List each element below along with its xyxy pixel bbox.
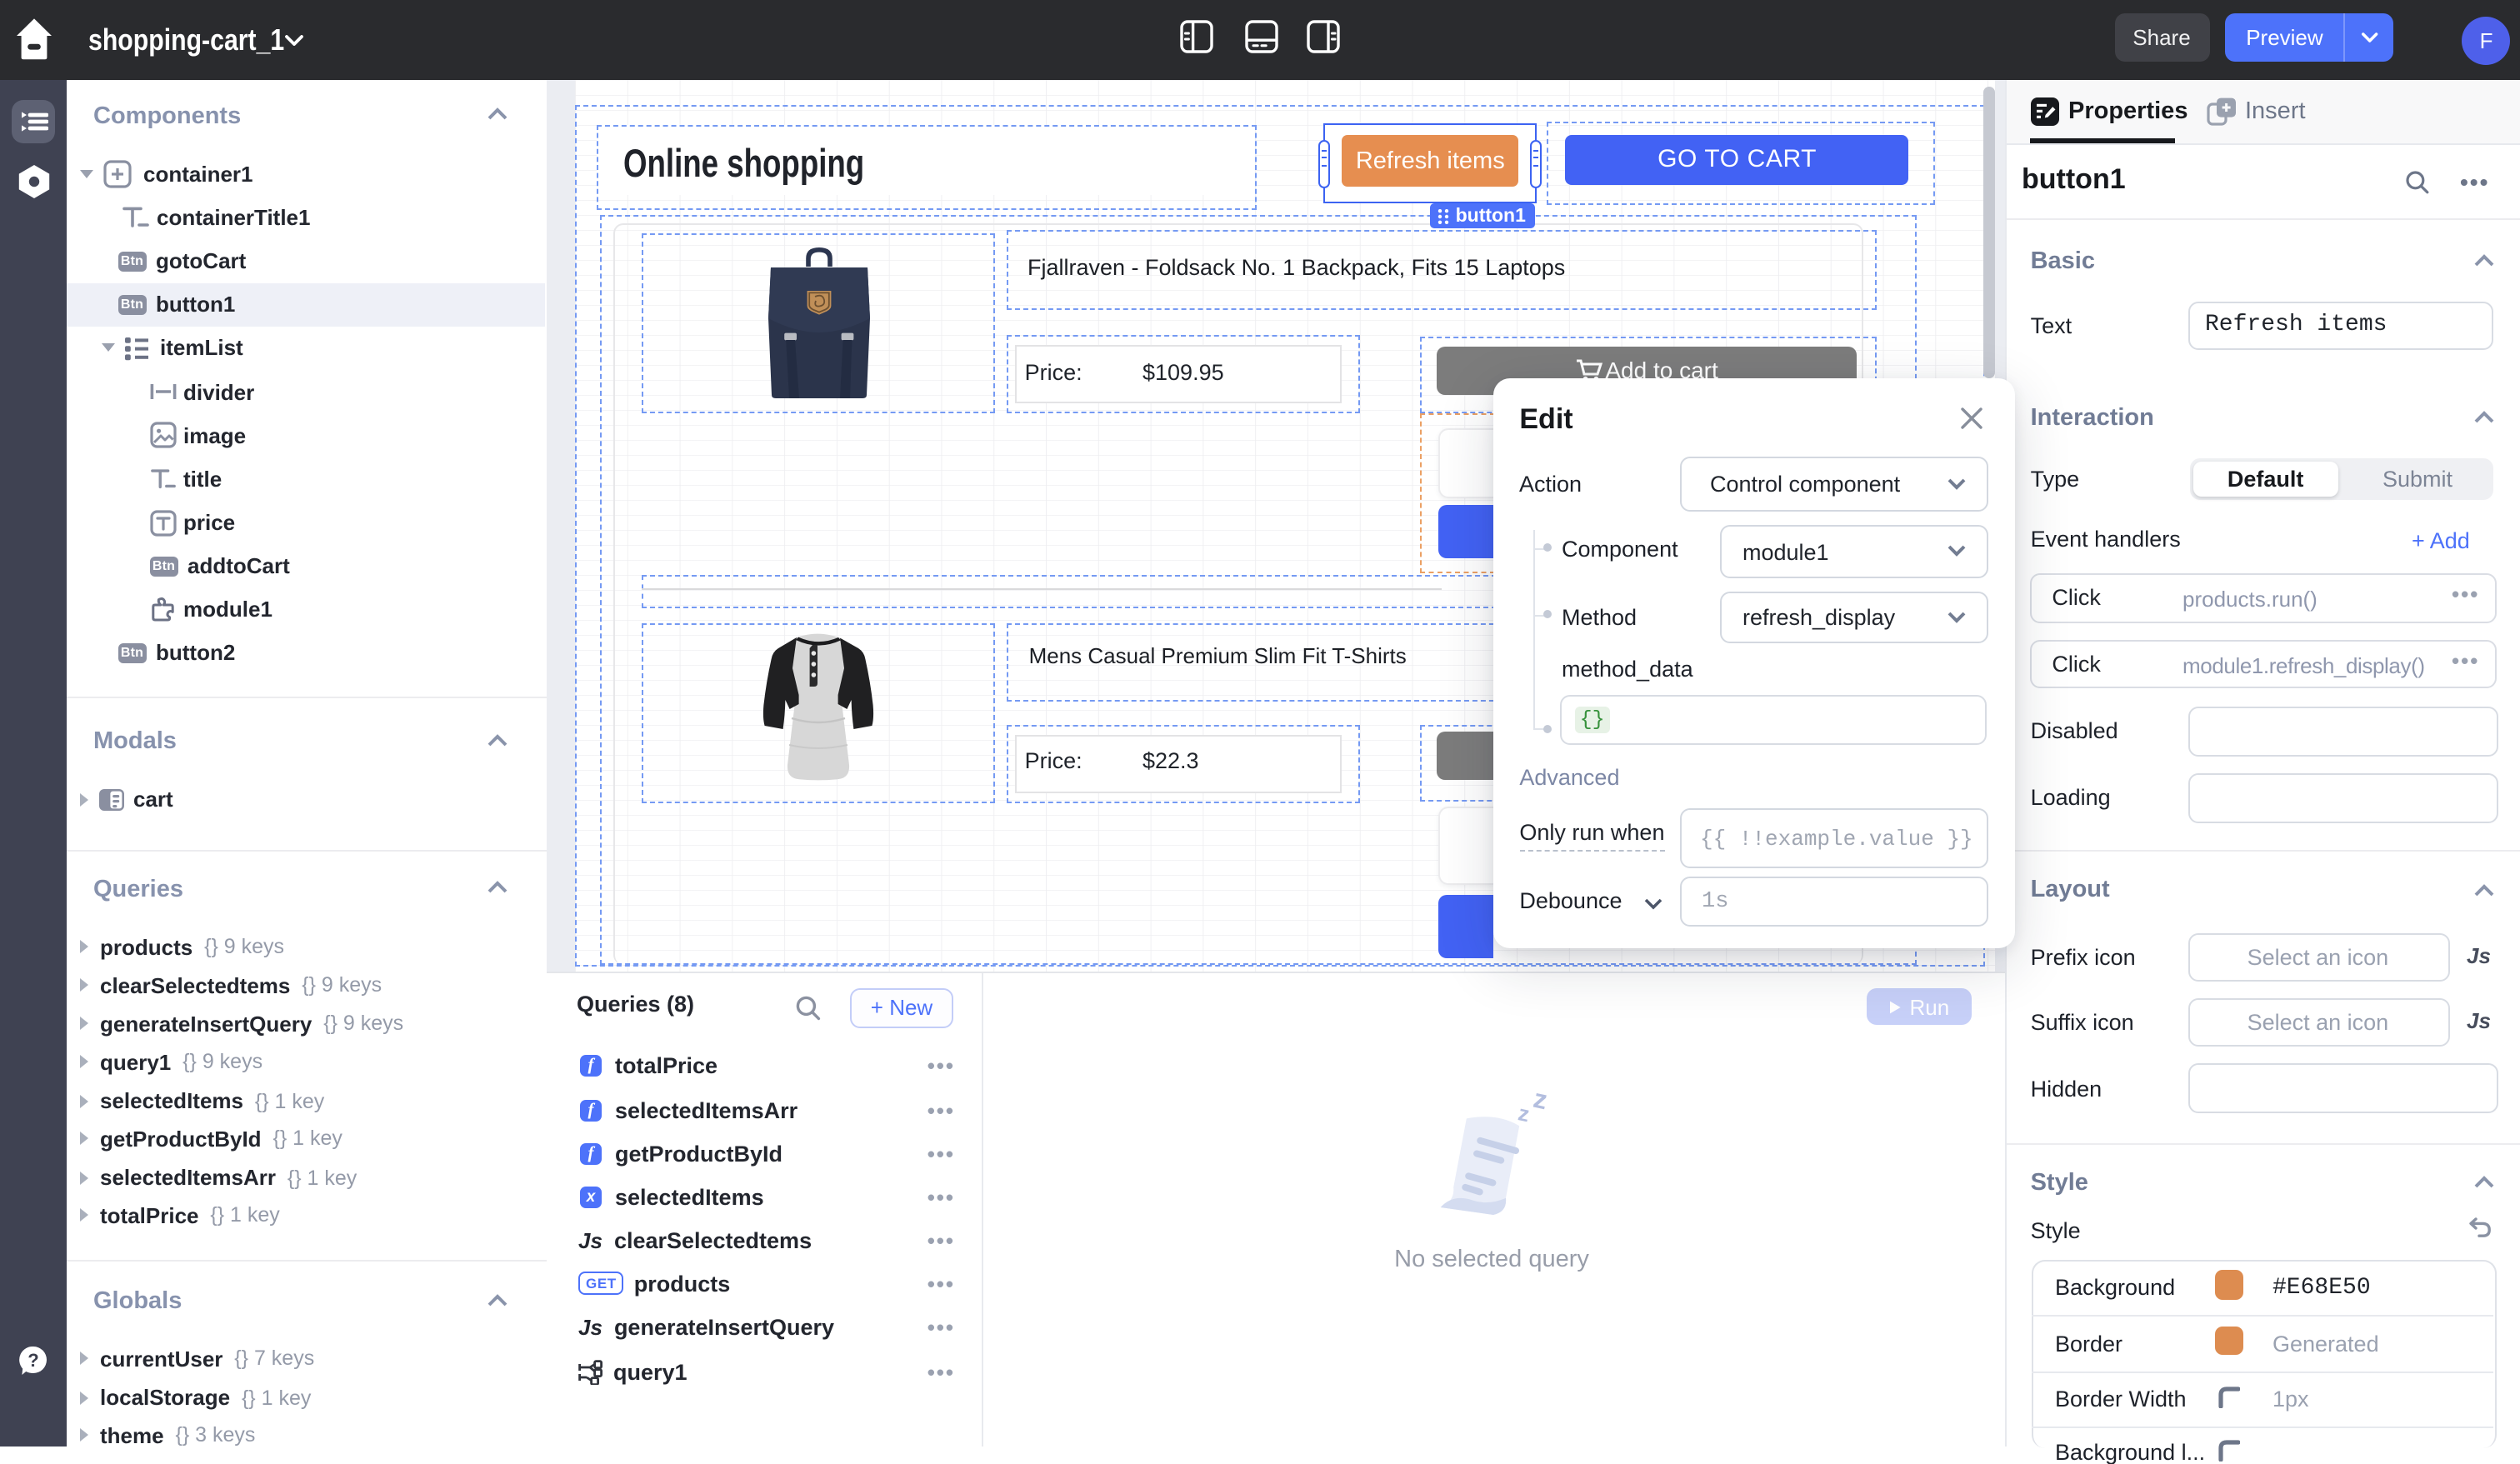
svg-text:?: ? [28,1350,38,1371]
svg-text:z: z [1516,1100,1532,1127]
svg-text:z: z [1531,1092,1550,1115]
